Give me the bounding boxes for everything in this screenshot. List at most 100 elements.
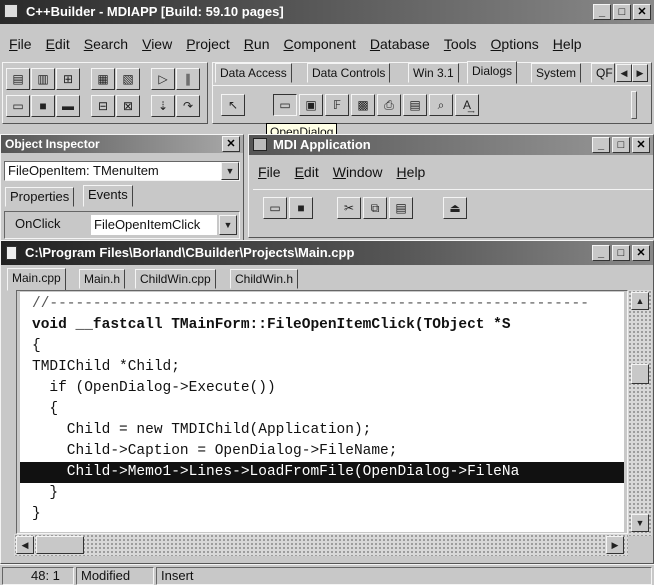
add-file-icon[interactable]: ⊞: [56, 68, 80, 90]
font-dialog-icon[interactable]: 𝔽: [325, 94, 349, 116]
print-dialog-icon[interactable]: ⎙: [377, 94, 401, 116]
event-name[interactable]: OnClick: [15, 216, 61, 231]
printer-setup-dialog-icon[interactable]: ▤: [403, 94, 427, 116]
scroll-right-icon[interactable]: ▶: [606, 536, 624, 554]
status-bar: 48: 1 Modified Insert: [0, 564, 654, 585]
mdi-app-icon: [253, 138, 267, 151]
inspector-tab-events[interactable]: Events: [83, 185, 133, 207]
palette-tab-data-controls[interactable]: Data Controls: [307, 63, 391, 83]
inspector-close-button[interactable]: ✕: [222, 136, 240, 152]
code-line: void __fastcall TMainForm::FileOpenItemC…: [32, 317, 511, 333]
mdi-menu-bar: File Edit Window Help: [251, 162, 432, 182]
vertical-scroll-thumb[interactable]: [631, 364, 649, 384]
palette-tab-system[interactable]: System: [531, 63, 582, 83]
palette-tab-win31[interactable]: Win 3.1: [408, 63, 459, 83]
palette-tab-data-access[interactable]: Data Access: [215, 63, 292, 83]
open-dialog-icon[interactable]: ▭: [273, 94, 297, 116]
code-line: if (OpenDialog->Execute()): [32, 380, 276, 396]
find-dialog-icon[interactable]: ⌕: [429, 94, 453, 116]
select-unit-icon[interactable]: ▦: [91, 68, 115, 90]
editor-close-button[interactable]: ✕: [632, 245, 650, 261]
menu-project[interactable]: Project: [179, 36, 237, 52]
remove-file-icon[interactable]: ▬: [56, 95, 80, 117]
menu-component[interactable]: Component: [276, 36, 362, 52]
horizontal-scroll-thumb[interactable]: [36, 536, 84, 554]
editor-title-bar[interactable]: C:\Program Files\Borland\CBuilder\Projec…: [1, 241, 653, 265]
new-form-2-icon[interactable]: ⊠: [116, 95, 140, 117]
palette-splitter[interactable]: [631, 91, 637, 119]
open-project-icon[interactable]: ▥: [31, 68, 55, 90]
mdi-cut-icon[interactable]: ✂: [337, 197, 361, 219]
menu-file[interactable]: File: [2, 36, 39, 52]
mdi-copy-icon[interactable]: ⧉: [363, 197, 387, 219]
mdi-maximize-button[interactable]: □: [612, 137, 630, 153]
editor-tab-childwin-h[interactable]: ChildWin.h: [230, 269, 299, 289]
horizontal-scrollbar[interactable]: ◀ ▶: [14, 534, 628, 556]
menu-view[interactable]: View: [135, 36, 179, 52]
editor-title: C:\Program Files\Borland\CBuilder\Projec…: [25, 245, 355, 260]
event-value[interactable]: FileOpenItemClick: [91, 215, 217, 235]
menu-database[interactable]: Database: [363, 36, 437, 52]
trace-into-icon[interactable]: ⇣: [151, 95, 175, 117]
mdi-open-icon[interactable]: ▭: [263, 197, 287, 219]
editor-maximize-button[interactable]: □: [612, 245, 630, 261]
mdi-menu-help[interactable]: Help: [390, 164, 433, 180]
inspector-title-bar[interactable]: Object Inspector ✕: [1, 135, 243, 153]
code-area[interactable]: //--------------------------------------…: [20, 292, 624, 532]
scroll-down-icon[interactable]: ▼: [631, 514, 649, 532]
mdi-menu-edit[interactable]: Edit: [288, 164, 326, 180]
mdi-save-icon[interactable]: ■: [289, 197, 313, 219]
mdi-menu-window[interactable]: Window: [326, 164, 390, 180]
open-icon[interactable]: ▭: [6, 95, 30, 117]
menu-options[interactable]: Options: [484, 36, 546, 52]
save-dialog-icon[interactable]: ▣: [299, 94, 323, 116]
minimize-button[interactable]: _: [593, 4, 611, 20]
menu-help[interactable]: Help: [546, 36, 589, 52]
inspector-title: Object Inspector: [5, 137, 100, 151]
mdi-exit-icon[interactable]: ⏏: [443, 197, 467, 219]
editor-tab-main-h[interactable]: Main.h: [79, 269, 126, 289]
component-palette: Data Access Data Controls Win 3.1 Dialog…: [212, 61, 652, 124]
mdi-close-button[interactable]: ✕: [632, 137, 650, 153]
object-selector-dropdown-icon[interactable]: ▼: [221, 162, 239, 180]
ide-title-bar[interactable]: C++Builder - MDIAPP [Build: 59.10 pages]…: [0, 0, 654, 24]
mdi-menu-file[interactable]: File: [251, 164, 288, 180]
mdi-paste-icon[interactable]: ▤: [389, 197, 413, 219]
code-line: Child = new TMDIChild(Application);: [32, 422, 372, 438]
step-over-icon[interactable]: ↷: [176, 95, 200, 117]
toggle-form-unit-icon[interactable]: ⊟: [91, 95, 115, 117]
inspector-tab-properties[interactable]: Properties: [5, 187, 75, 207]
object-selector[interactable]: FileOpenItem: TMenuItem ▼: [4, 161, 240, 181]
pause-icon[interactable]: ∥: [176, 68, 200, 90]
palette-scroll-right-icon[interactable]: ▶: [632, 64, 648, 82]
menu-edit[interactable]: Edit: [39, 36, 77, 52]
scroll-up-icon[interactable]: ▲: [631, 292, 649, 310]
color-dialog-icon[interactable]: ▩: [351, 94, 375, 116]
palette-tab-qf[interactable]: QF: [591, 63, 615, 83]
mdi-toolbar: ▭ ■ ✂ ⧉ ▤ ⏏: [253, 189, 653, 223]
palette-scroll-left-icon[interactable]: ◀: [616, 64, 632, 82]
menu-tools[interactable]: Tools: [437, 36, 484, 52]
main-menu-bar: File Edit Search View Project Run Compon…: [2, 33, 652, 55]
editor-tab-main-cpp[interactable]: Main.cpp: [7, 268, 66, 291]
vertical-scrollbar[interactable]: ▲ ▼: [628, 290, 652, 536]
editor-minimize-button[interactable]: _: [592, 245, 610, 261]
mdi-minimize-button[interactable]: _: [592, 137, 610, 153]
event-dropdown-icon[interactable]: ▼: [219, 215, 237, 235]
mdi-title-bar[interactable]: MDI Application _ □ ✕: [249, 135, 653, 155]
status-modified: Modified: [76, 567, 154, 585]
pointer-tool-icon[interactable]: ↖: [221, 94, 245, 116]
run-icon[interactable]: ▷: [151, 68, 175, 90]
select-form-icon[interactable]: ▧: [116, 68, 140, 90]
menu-run[interactable]: Run: [237, 36, 277, 52]
scroll-left-icon[interactable]: ◀: [16, 536, 34, 554]
close-button[interactable]: ✕: [633, 4, 651, 20]
save-icon[interactable]: ■: [31, 95, 55, 117]
palette-tab-dialogs[interactable]: Dialogs: [467, 61, 518, 84]
new-form-icon[interactable]: ▤: [6, 68, 30, 90]
maximize-button[interactable]: □: [613, 4, 631, 20]
editor-tab-childwin-cpp[interactable]: ChildWin.cpp: [135, 269, 216, 289]
menu-search[interactable]: Search: [77, 36, 135, 52]
replace-dialog-icon[interactable]: A͢: [455, 94, 479, 116]
app-title: C++Builder - MDIAPP [Build: 59.10 pages]: [26, 4, 284, 19]
